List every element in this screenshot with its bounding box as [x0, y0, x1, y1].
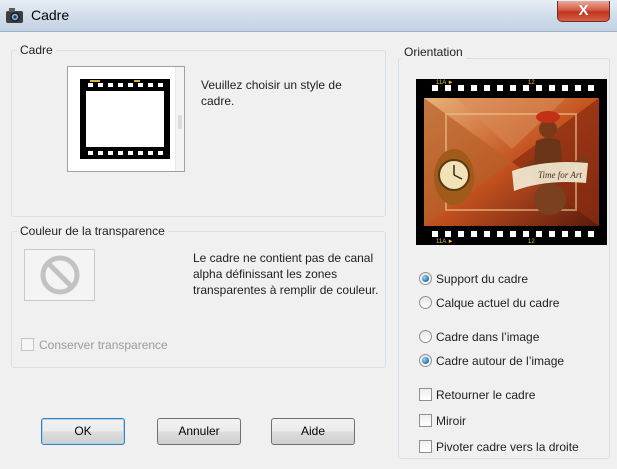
film-label-top-right: 12	[528, 80, 535, 86]
film-label-bottom-left: 11A ►	[436, 239, 454, 245]
retourner-cadre-checkbox[interactable]	[419, 388, 432, 401]
keep-transparency-checkbox[interactable]	[21, 338, 34, 351]
radio-cadre-autour-image[interactable]	[419, 354, 432, 367]
transparency-message: Le cadre ne contient pas de canal alpha …	[193, 251, 379, 297]
radio-cadre-dans-image[interactable]	[419, 330, 432, 343]
keep-transparency-label: Conserver transparence	[39, 338, 168, 352]
title-bar: Cadre X	[0, 0, 617, 32]
miroir-label[interactable]: Miroir	[436, 414, 466, 428]
orientation-preview: Time for Art 11A ► 12 11A ► 12	[416, 79, 607, 245]
film-label-top-left: 11A ►	[436, 80, 454, 86]
radio-calque-actuel[interactable]	[419, 296, 432, 309]
film-label-bottom-right: 12	[528, 239, 535, 245]
radio-support-du-cadre[interactable]	[419, 272, 432, 285]
transparency-group-label: Couleur de la transparence	[17, 224, 168, 238]
help-button[interactable]: Aide	[271, 418, 355, 445]
retourner-cadre-label[interactable]: Retourner le cadre	[436, 388, 535, 402]
close-button[interactable]: X	[557, 1, 610, 22]
app-camera-icon	[6, 8, 23, 23]
cadre-dans-image-label[interactable]: Cadre dans l’image	[436, 330, 539, 344]
window-title: Cadre	[31, 7, 70, 23]
frame-style-preview[interactable]	[67, 66, 185, 172]
miroir-checkbox[interactable]	[419, 414, 432, 427]
frame-preview-scrollbar[interactable]	[175, 67, 184, 171]
transparency-color-swatch	[24, 249, 95, 301]
close-icon: X	[578, 2, 589, 19]
no-entry-icon	[40, 255, 80, 295]
pivoter-cadre-checkbox[interactable]	[419, 440, 432, 453]
support-du-cadre-label[interactable]: Support du cadre	[436, 272, 528, 286]
pivoter-cadre-label[interactable]: Pivoter cadre vers la droite	[436, 440, 579, 454]
framed-photo-preview: Time for Art 11A ► 12 11A ► 12	[416, 79, 607, 245]
image-caption-text: Time for Art	[538, 170, 582, 180]
cadre-group-label: Cadre	[17, 43, 56, 57]
calque-actuel-label[interactable]: Calque actuel du cadre	[436, 296, 559, 310]
film-frame-thumbnail	[80, 79, 170, 159]
cadre-autour-image-label[interactable]: Cadre autour de l’image	[436, 354, 564, 368]
ok-button[interactable]: OK	[41, 418, 125, 445]
cadre-prompt: Veuillez choisir un style de cadre.	[201, 78, 342, 108]
orientation-group-label: Orientation	[401, 45, 466, 59]
cancel-button[interactable]: Annuler	[157, 418, 241, 445]
